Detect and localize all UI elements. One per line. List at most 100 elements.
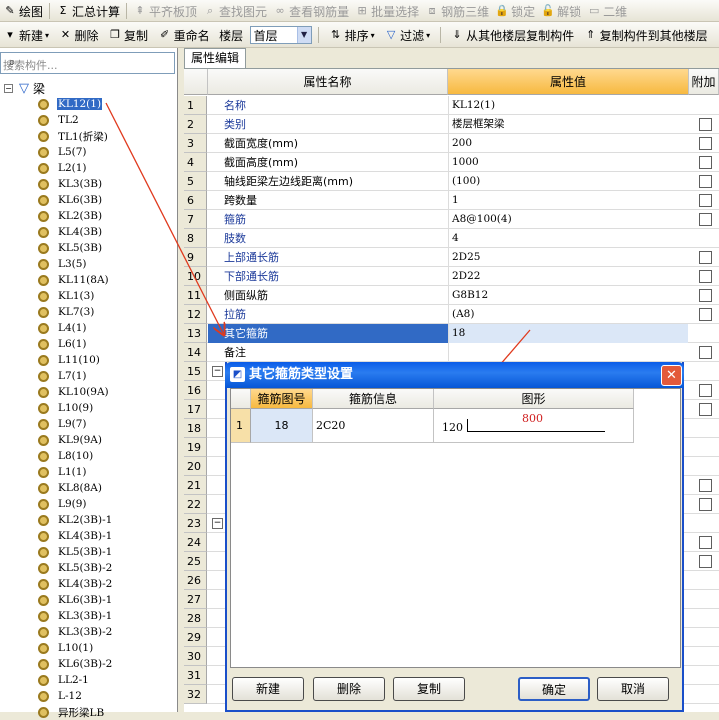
toolbar-binoculars-button[interactable]: ⌕ 查找图元: [200, 0, 270, 21]
extra-checkbox[interactable]: [699, 137, 712, 150]
property-value-cell[interactable]: 楼层框架梁: [448, 115, 688, 134]
group-collapse-icon[interactable]: −: [212, 366, 223, 377]
sort-button[interactable]: ⇅ 排序 ▾: [326, 22, 378, 47]
copy-button[interactable]: ❐ 复制: [105, 22, 151, 47]
table-row[interactable]: 9 上部通长筋 2D25: [184, 248, 719, 267]
tab-property-edit[interactable]: 属性编辑: [184, 48, 247, 68]
tree-item[interactable]: KL4(3B): [38, 224, 103, 240]
property-value-cell[interactable]: 200: [448, 134, 688, 153]
table-row[interactable]: 1 名称 KL12(1): [184, 96, 719, 115]
property-value-cell[interactable]: 2D25: [448, 248, 688, 267]
copy-button-dialog[interactable]: 复制: [393, 677, 465, 701]
tree-item[interactable]: L7(1): [38, 368, 88, 384]
table-row[interactable]: 3 截面宽度(mm) 200: [184, 134, 719, 153]
extra-checkbox[interactable]: [699, 555, 712, 568]
new-button-dialog[interactable]: 新建: [232, 677, 304, 701]
delete-button-dialog[interactable]: 删除: [313, 677, 385, 701]
table-row[interactable]: 12 拉筋 (A8): [184, 305, 719, 324]
tree-item[interactable]: KL2(3B)-1: [38, 512, 113, 528]
extra-checkbox[interactable]: [699, 403, 712, 416]
tree-item[interactable]: L1(1): [38, 464, 88, 480]
tree-item[interactable]: KL12(1): [38, 96, 103, 112]
table-row[interactable]: 14 备注: [184, 343, 719, 362]
toolbar-unlock-button[interactable]: 🔓 解锁: [538, 0, 584, 21]
tree-item[interactable]: L10(9): [38, 400, 94, 416]
table-row[interactable]: 13 其它箍筋 18: [184, 324, 719, 343]
extra-checkbox[interactable]: [699, 270, 712, 283]
property-value-cell[interactable]: 4: [448, 229, 688, 248]
tree-item[interactable]: KL6(3B)-2: [38, 656, 113, 672]
tree-item[interactable]: KL3(3B)-2: [38, 624, 113, 640]
property-value-cell[interactable]: 2D22: [448, 267, 688, 286]
extra-checkbox[interactable]: [699, 479, 712, 492]
ok-button[interactable]: 确定: [518, 677, 590, 701]
tree-item[interactable]: KL11(8A): [38, 272, 110, 288]
cancel-button[interactable]: 取消: [597, 677, 669, 701]
copy-from-floor-button[interactable]: ⇓ 从其他楼层复制构件: [447, 22, 577, 47]
tree-item[interactable]: LL2-1: [38, 672, 90, 688]
tree-item[interactable]: L2(1): [38, 160, 88, 176]
toolbar-view-2d-button[interactable]: ▭ 二维: [584, 0, 630, 21]
toolbar-rebar-view-button[interactable]: ∞ 查看钢筋量: [270, 0, 352, 21]
extra-checkbox[interactable]: [699, 251, 712, 264]
tree-item[interactable]: TL1(折梁): [38, 128, 109, 144]
search-icon[interactable]: ⌕: [3, 54, 21, 72]
table-row[interactable]: 11 侧面纵筋 G8B12: [184, 286, 719, 305]
extra-checkbox[interactable]: [699, 175, 712, 188]
col-header-shape[interactable]: 图形: [434, 389, 634, 409]
tree-item[interactable]: L6(1): [38, 336, 88, 352]
tree-item[interactable]: L5(7): [38, 144, 88, 160]
tree-item[interactable]: KL4(3B)-1: [38, 528, 113, 544]
tree-item[interactable]: KL7(3): [38, 304, 95, 320]
extra-checkbox[interactable]: [699, 308, 712, 321]
extra-checkbox[interactable]: [699, 156, 712, 169]
tree-item[interactable]: KL5(3B)-1: [38, 544, 113, 560]
property-value-cell[interactable]: [448, 343, 688, 362]
tree-item[interactable]: L8(10): [38, 448, 94, 464]
extra-checkbox[interactable]: [699, 346, 712, 359]
col-header-value[interactable]: 属性值: [448, 69, 689, 95]
tree-item[interactable]: L4(1): [38, 320, 88, 336]
tree-item[interactable]: L10(1): [38, 640, 94, 656]
copy-to-floor-button[interactable]: ⇑ 复制构件到其他楼层: [581, 22, 711, 47]
tree-item[interactable]: L-12: [38, 688, 83, 704]
extra-checkbox[interactable]: [699, 213, 712, 226]
property-value-cell[interactable]: G8B12: [448, 286, 688, 305]
property-value-cell[interactable]: 1: [448, 191, 688, 210]
extra-checkbox[interactable]: [699, 536, 712, 549]
col-header-name[interactable]: 属性名称: [208, 69, 448, 95]
filter-button[interactable]: ▽ 过滤 ▾: [381, 22, 433, 47]
tree-item[interactable]: KL3(3B)-1: [38, 608, 113, 624]
tree-item[interactable]: 异形梁LB: [38, 704, 105, 720]
floor-select[interactable]: 首层 ▼: [249, 26, 312, 44]
tree-item[interactable]: KL6(3B): [38, 192, 103, 208]
extra-checkbox[interactable]: [699, 118, 712, 131]
property-value-cell[interactable]: KL12(1): [448, 96, 688, 115]
rename-button[interactable]: ✐ 重命名: [155, 22, 213, 47]
table-row[interactable]: 4 截面高度(mm) 1000: [184, 153, 719, 172]
table-row[interactable]: 2 类别 楼层框架梁: [184, 115, 719, 134]
table-row[interactable]: 10 下部通长筋 2D22: [184, 267, 719, 286]
stirrup-info-cell[interactable]: 2C20: [313, 409, 434, 443]
table-row[interactable]: 6 跨数量 1: [184, 191, 719, 210]
tree-item[interactable]: TL2: [38, 112, 80, 128]
col-header-extra[interactable]: 附加: [689, 69, 719, 95]
extra-checkbox[interactable]: [699, 384, 712, 397]
new-button[interactable]: ▾ 新建 ▾: [0, 22, 52, 47]
shape-no-cell[interactable]: 18: [251, 409, 313, 443]
property-value-cell[interactable]: 1000: [448, 153, 688, 172]
table-row[interactable]: 7 箍筋 A8@100(4): [184, 210, 719, 229]
tree-root-beam[interactable]: − ▽ 梁: [4, 80, 45, 97]
toolbar-pencil-button[interactable]: ✎ 绘图: [0, 0, 46, 21]
tree-item[interactable]: KL2(3B): [38, 208, 103, 224]
close-button[interactable]: ✕: [661, 365, 682, 386]
tree-item[interactable]: KL5(3B): [38, 240, 103, 256]
toolbar-batch-select-button[interactable]: ⊞ 批量选择: [352, 0, 422, 21]
chevron-down-icon[interactable]: ▼: [296, 27, 311, 43]
toolbar-rebar-3d-button[interactable]: ⧈ 钢筋三维: [422, 0, 492, 21]
group-collapse-icon[interactable]: −: [212, 518, 223, 529]
search-input[interactable]: 搜索构件... ⌕: [0, 52, 175, 74]
tree-item[interactable]: KL8(8A): [38, 480, 103, 496]
tree-item[interactable]: L9(9): [38, 496, 88, 512]
toolbar-align-button[interactable]: ⇞ 平齐板顶: [130, 0, 200, 21]
